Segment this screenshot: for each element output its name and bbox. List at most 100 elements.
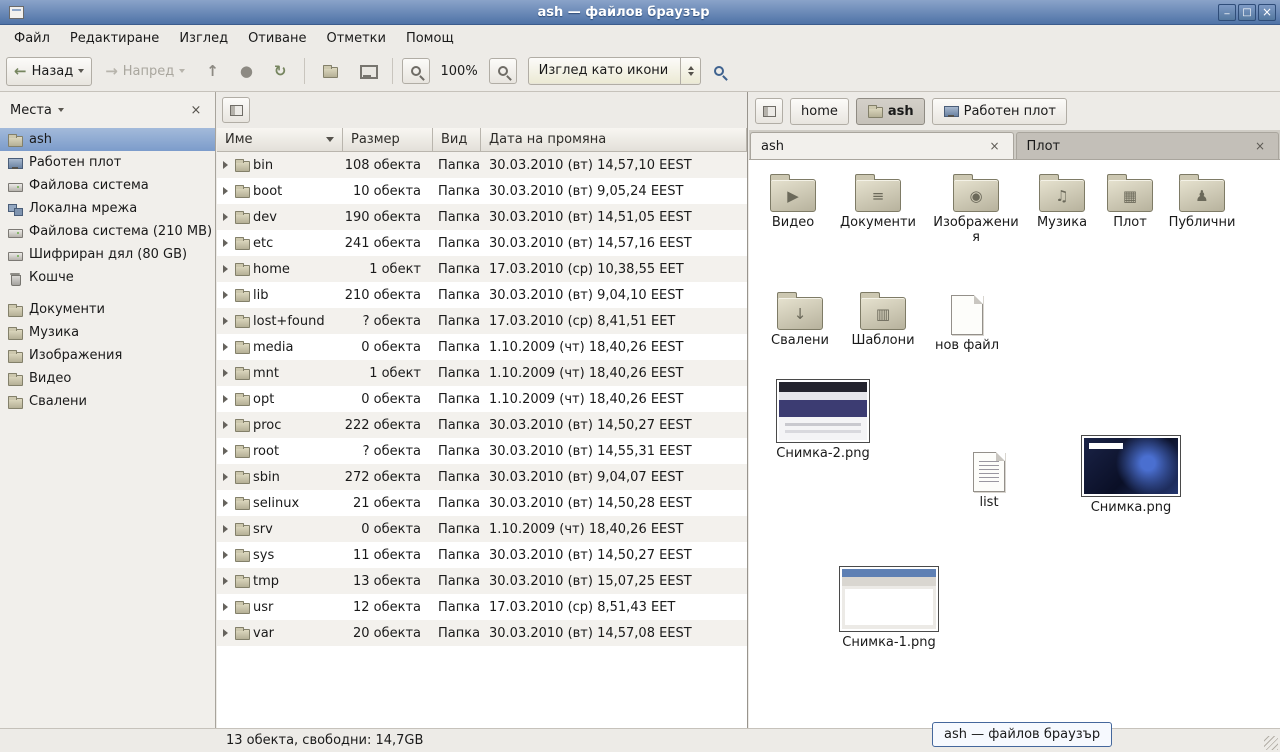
expander-icon[interactable] <box>223 447 228 455</box>
table-row[interactable]: home1 обектПапка17.03.2010 (ср) 10,38,55… <box>217 256 747 282</box>
table-row[interactable]: mnt1 обектПапка1.10.2009 (чт) 18,40,26 E… <box>217 360 747 386</box>
table-row[interactable]: root? обектаПапка30.03.2010 (вт) 14,55,3… <box>217 438 747 464</box>
column-header[interactable]: Име <box>217 128 343 152</box>
sidebar-item[interactable]: Музика <box>0 321 215 344</box>
expander-icon[interactable] <box>223 577 228 585</box>
menu-item[interactable]: Редактиране <box>60 27 169 50</box>
table-row[interactable]: boot10 обектаПапка30.03.2010 (вт) 9,05,2… <box>217 178 747 204</box>
sidebar-item[interactable]: ash <box>0 128 215 151</box>
table-row[interactable]: etc241 обектаПапка30.03.2010 (вт) 14,57,… <box>217 230 747 256</box>
sidebar-item[interactable]: Работен плот <box>0 151 215 174</box>
sidebar-item[interactable]: Кошче <box>0 266 215 289</box>
sidebar-item[interactable]: Документи <box>0 298 215 321</box>
zoom-in-button[interactable] <box>489 58 517 84</box>
table-row[interactable]: selinux21 обектаПапка30.03.2010 (вт) 14,… <box>217 490 747 516</box>
expander-icon[interactable] <box>223 551 228 559</box>
search-button[interactable] <box>706 57 732 86</box>
expander-icon[interactable] <box>223 265 228 273</box>
icon-view-item[interactable]: ▶Видео <box>750 173 836 231</box>
table-row[interactable]: dev190 обектаПапка30.03.2010 (вт) 14,51,… <box>217 204 747 230</box>
expander-icon[interactable] <box>223 187 228 195</box>
tab-close-icon[interactable] <box>1252 139 1268 153</box>
home-button[interactable] <box>314 57 346 86</box>
size-cell: 10 обекта <box>343 178 433 204</box>
icon-view-item[interactable]: ◉Изображения <box>933 173 1019 246</box>
sidebar-item[interactable]: Шифриран дял (80 GB) <box>0 243 215 266</box>
sidebar-item[interactable]: Свалени <box>0 390 215 413</box>
icon-view-item[interactable]: ▥Шаблони <box>840 291 926 349</box>
tab[interactable]: Плот <box>1016 132 1280 159</box>
table-row[interactable]: proc222 обектаПапка30.03.2010 (вт) 14,50… <box>217 412 747 438</box>
sidebar-close-icon[interactable] <box>187 103 205 118</box>
menu-item[interactable]: Отиване <box>238 27 316 50</box>
computer-button[interactable] <box>351 57 383 86</box>
expander-icon[interactable] <box>223 395 228 403</box>
table-row[interactable]: sbin272 обектаПапка30.03.2010 (вт) 9,04,… <box>217 464 747 490</box>
back-button[interactable]: ← Назад <box>6 57 92 86</box>
sidebar-dropdown-icon[interactable] <box>58 108 64 112</box>
menu-item[interactable]: Файл <box>4 27 60 50</box>
close-button[interactable] <box>1258 4 1276 21</box>
expander-icon[interactable] <box>223 499 228 507</box>
expander-icon[interactable] <box>223 343 228 351</box>
maximize-button[interactable] <box>1238 4 1256 21</box>
path-button[interactable]: home <box>790 98 849 125</box>
table-row[interactable]: var20 обектаПапка30.03.2010 (вт) 14,57,0… <box>217 620 747 646</box>
sidebar-item[interactable]: Изображения <box>0 344 215 367</box>
table-row[interactable]: lib210 обектаПапка30.03.2010 (вт) 9,04,1… <box>217 282 747 308</box>
table-row[interactable]: usr12 обектаПапка17.03.2010 (ср) 8,51,43… <box>217 594 747 620</box>
icon-view-item[interactable]: ≡Документи <box>835 173 921 231</box>
resize-grip[interactable] <box>1264 736 1278 750</box>
pane-toggle-button[interactable] <box>222 97 250 123</box>
table-row[interactable]: sys11 обектаПапка30.03.2010 (вт) 14,50,2… <box>217 542 747 568</box>
expander-icon[interactable] <box>223 291 228 299</box>
pathbar-pane-button[interactable] <box>755 98 783 124</box>
forward-arrow-icon: → <box>105 64 118 79</box>
icon-view-item[interactable]: Снимка.png <box>1081 435 1181 516</box>
table-row[interactable]: tmp13 обектаПапка30.03.2010 (вт) 15,07,2… <box>217 568 747 594</box>
icon-view-item[interactable]: ♟Публични <box>1159 173 1245 231</box>
icon-view-item[interactable]: list <box>946 448 1032 511</box>
sidebar-item[interactable]: Файлова система <box>0 174 215 197</box>
table-row[interactable]: opt0 обектаПапка1.10.2009 (чт) 18,40,26 … <box>217 386 747 412</box>
menu-item[interactable]: Помощ <box>396 27 464 50</box>
column-header[interactable]: Размер <box>343 128 433 152</box>
sidebar-item[interactable]: Локална мрежа <box>0 197 215 220</box>
menu-item[interactable]: Отметки <box>316 27 395 50</box>
minimize-button[interactable] <box>1218 4 1236 21</box>
expander-icon[interactable] <box>223 161 228 169</box>
menu-item[interactable]: Изглед <box>169 27 238 50</box>
sidebar-item[interactable]: Файлова система (210 MB) <box>0 220 215 243</box>
up-button[interactable]: ↑ <box>198 57 227 86</box>
view-mode-select[interactable]: Изглед като икони <box>528 57 702 85</box>
tab[interactable]: ash <box>750 132 1014 159</box>
path-button[interactable]: ash <box>856 98 925 125</box>
table-row[interactable]: lost+found? обектаПапка17.03.2010 (ср) 8… <box>217 308 747 334</box>
expander-icon[interactable] <box>223 473 228 481</box>
view-mode-stepper[interactable] <box>680 58 700 84</box>
expander-icon[interactable] <box>223 369 228 377</box>
column-header[interactable]: Вид <box>433 128 481 152</box>
expander-icon[interactable] <box>223 421 228 429</box>
expander-icon[interactable] <box>223 213 228 221</box>
forward-button[interactable]: → Напред <box>97 57 193 86</box>
expander-icon[interactable] <box>223 525 228 533</box>
stop-button[interactable]: ● <box>232 57 261 86</box>
icon-view-item[interactable]: ↓Свалени <box>757 291 843 349</box>
column-header[interactable]: Дата на промяна <box>481 128 747 152</box>
expander-icon[interactable] <box>223 317 228 325</box>
tab-close-icon[interactable] <box>987 139 1003 153</box>
zoom-out-button[interactable] <box>402 58 430 84</box>
table-row[interactable]: bin108 обектаПапка30.03.2010 (вт) 14,57,… <box>217 152 747 178</box>
expander-icon[interactable] <box>223 239 228 247</box>
reload-button[interactable]: ↻ <box>266 57 295 86</box>
table-row[interactable]: media0 обектаПапка1.10.2009 (чт) 18,40,2… <box>217 334 747 360</box>
icon-view-item[interactable]: Снимка-1.png <box>839 566 939 651</box>
expander-icon[interactable] <box>223 603 228 611</box>
sidebar-item[interactable]: Видео <box>0 367 215 390</box>
icon-view-item[interactable]: нов файл <box>924 291 1010 354</box>
path-button[interactable]: Работен плот <box>932 98 1067 125</box>
table-row[interactable]: srv0 обектаПапка1.10.2009 (чт) 18,40,26 … <box>217 516 747 542</box>
expander-icon[interactable] <box>223 629 228 637</box>
icon-view-item[interactable]: Снимка-2.png <box>773 379 873 462</box>
